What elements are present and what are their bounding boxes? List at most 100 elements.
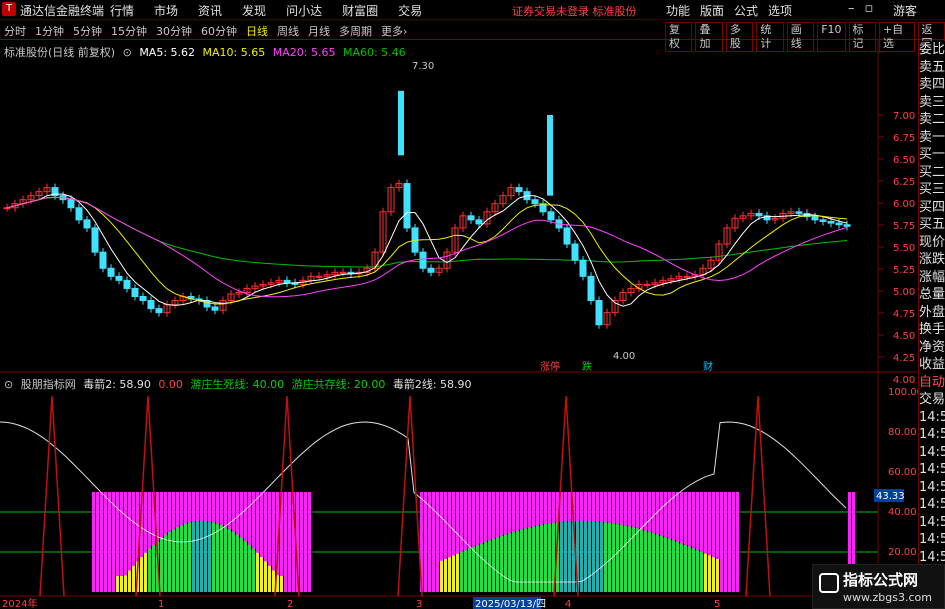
candle-body — [475, 219, 483, 225]
tab-30min[interactable]: 30分钟 — [156, 23, 192, 39]
candle-body — [755, 212, 763, 217]
indicator-settings-icon[interactable]: ⊙ — [4, 378, 13, 391]
side-item[interactable]: 卖一 — [919, 129, 945, 147]
indicator-fill-bar — [564, 521, 567, 592]
tab-daily[interactable]: 日线 — [246, 23, 268, 39]
candle-body — [403, 183, 411, 229]
indicator-name[interactable]: 股朋指标网 — [21, 378, 76, 391]
side-item[interactable]: 买三 — [919, 181, 945, 199]
x-label: 3 — [416, 599, 422, 609]
indicator-legend: ⊙ 股朋指标网 毒箭2: 58.90 0.00 游庄生死线: 40.00 游庄共… — [4, 376, 476, 392]
side-item[interactable]: 涨幅 — [919, 269, 945, 287]
candle-body — [467, 215, 475, 221]
indicator-fill-bar — [480, 543, 483, 592]
period-toolbar: 分时 1分钟 5分钟 15分钟 30分钟 60分钟 日线 周线 月线 多周期 更… — [0, 20, 945, 52]
side-item[interactable]: 卖三 — [919, 94, 945, 112]
side-item[interactable]: 净资 — [919, 339, 945, 357]
side-item[interactable]: 卖五 — [919, 59, 945, 77]
side-item[interactable]: 总量 — [919, 286, 945, 304]
tab-multi-period[interactable]: 多周期 — [339, 23, 372, 39]
menu-item-options[interactable]: 选项 — [768, 2, 792, 19]
indicator-fill-bar — [148, 548, 151, 592]
side-item[interactable]: 换手 — [919, 321, 945, 339]
ma5-label: MA5: 5.62 — [139, 46, 196, 59]
indicator-fill-bar — [192, 521, 195, 592]
menu-item-ask[interactable]: 问小达 — [286, 2, 322, 19]
indicator-fill-bar — [264, 561, 267, 592]
indicator-fill-bar — [676, 541, 679, 592]
side-item[interactable]: 外盘 — [919, 304, 945, 322]
auto-toggle[interactable]: 自动 — [919, 374, 945, 392]
menu-item-layout[interactable]: 版面 — [700, 2, 724, 19]
indicator-fill-bar — [280, 576, 283, 592]
menu-item-function[interactable]: 功能 — [666, 2, 690, 19]
indicator-fill-bar — [520, 529, 523, 592]
indicator-fill-bar — [516, 530, 519, 592]
tab-60min[interactable]: 60分钟 — [201, 23, 237, 39]
indicator-fill-bar — [144, 552, 147, 592]
menu-item-wealth[interactable]: 财富圈 — [342, 2, 378, 19]
indicator-fill-bar — [648, 531, 651, 592]
indicator-fill-bar — [448, 557, 451, 592]
window-controls: – ▫ — [848, 1, 873, 16]
candle-body — [547, 211, 555, 221]
indicator-fill-bar — [152, 544, 155, 592]
side-item[interactable]: 卖二 — [919, 111, 945, 129]
candle-body — [211, 306, 219, 311]
menu-item-market[interactable]: 市场 — [154, 2, 178, 19]
candle-body — [75, 207, 83, 221]
minimize-icon[interactable]: – — [848, 1, 855, 16]
menu-item-discover[interactable]: 发现 — [242, 2, 266, 19]
kline-chart[interactable]: 7.00 6.75 6.50 6.25 6.00 5.75 5.50 5.25 … — [0, 40, 918, 609]
maximize-icon[interactable]: ▫ — [865, 1, 874, 16]
tab-1min[interactable]: 1分钟 — [35, 23, 64, 39]
watermark-title: 指标公式网 — [843, 571, 919, 589]
tick-time: 14:56 — [919, 409, 945, 425]
indicator-fill-bar — [128, 570, 131, 592]
menu-item-formula[interactable]: 公式 — [734, 2, 758, 19]
candle-body — [819, 219, 827, 222]
stock-label[interactable]: 标准股份(日线 前复权) — [4, 46, 115, 59]
side-item[interactable]: 现价 — [919, 234, 945, 252]
indicator-fill-bar — [680, 543, 683, 592]
indicator-fill-bar — [500, 535, 503, 592]
indicator-fill-bar — [656, 534, 659, 592]
side-item[interactable]: 委比 — [919, 41, 945, 59]
side-item[interactable]: 收益 — [919, 356, 945, 374]
menu-item-trade[interactable]: 交易 — [398, 2, 422, 19]
indicator-fill-bar — [260, 557, 263, 592]
tab-intraday[interactable]: 分时 — [4, 23, 26, 39]
side-item[interactable]: 卖四 — [919, 76, 945, 94]
tab-more[interactable]: 更多› — [381, 23, 407, 39]
indicator-fill-bar — [120, 576, 123, 592]
side-item[interactable]: 买一 — [919, 146, 945, 164]
indicator-fill-bar — [208, 521, 211, 592]
indicator-bar — [300, 492, 303, 592]
candle-body — [339, 271, 347, 274]
indicator-fill-bar — [600, 521, 603, 592]
y-tick: 5.25 — [893, 265, 915, 276]
tick-time: 14:56 — [919, 427, 945, 442]
side-item[interactable]: 买五 — [919, 216, 945, 234]
ind-y-tick: 80.00 — [888, 427, 917, 438]
indicator-legend-item: 游庄生死线: 40.00 — [190, 378, 285, 391]
tab-weekly[interactable]: 周线 — [277, 23, 299, 39]
side-item[interactable]: 买二 — [919, 164, 945, 182]
settings-icon[interactable]: ⊙ — [123, 46, 132, 59]
trade-button[interactable]: 交易 — [919, 391, 945, 409]
indicator-fill-bar — [124, 575, 127, 592]
guest-label[interactable]: 游客 — [893, 2, 917, 19]
login-alert[interactable]: 证券交易未登录 标准股份 — [512, 3, 637, 19]
indicator-fill-bar — [184, 523, 187, 592]
indicator-fill-bar — [560, 521, 563, 592]
tab-15min[interactable]: 15分钟 — [111, 23, 147, 39]
menu-item-quotes[interactable]: 行情 — [110, 2, 134, 19]
indicator-spike — [39, 395, 65, 597]
tab-monthly[interactable]: 月线 — [308, 23, 330, 39]
indicator-bar — [308, 492, 311, 592]
indicator-fill-bar — [696, 550, 699, 592]
menu-item-news[interactable]: 资讯 — [198, 2, 222, 19]
tab-5min[interactable]: 5分钟 — [73, 23, 102, 39]
side-item[interactable]: 买四 — [919, 199, 945, 217]
side-item[interactable]: 涨跌 — [919, 251, 945, 269]
